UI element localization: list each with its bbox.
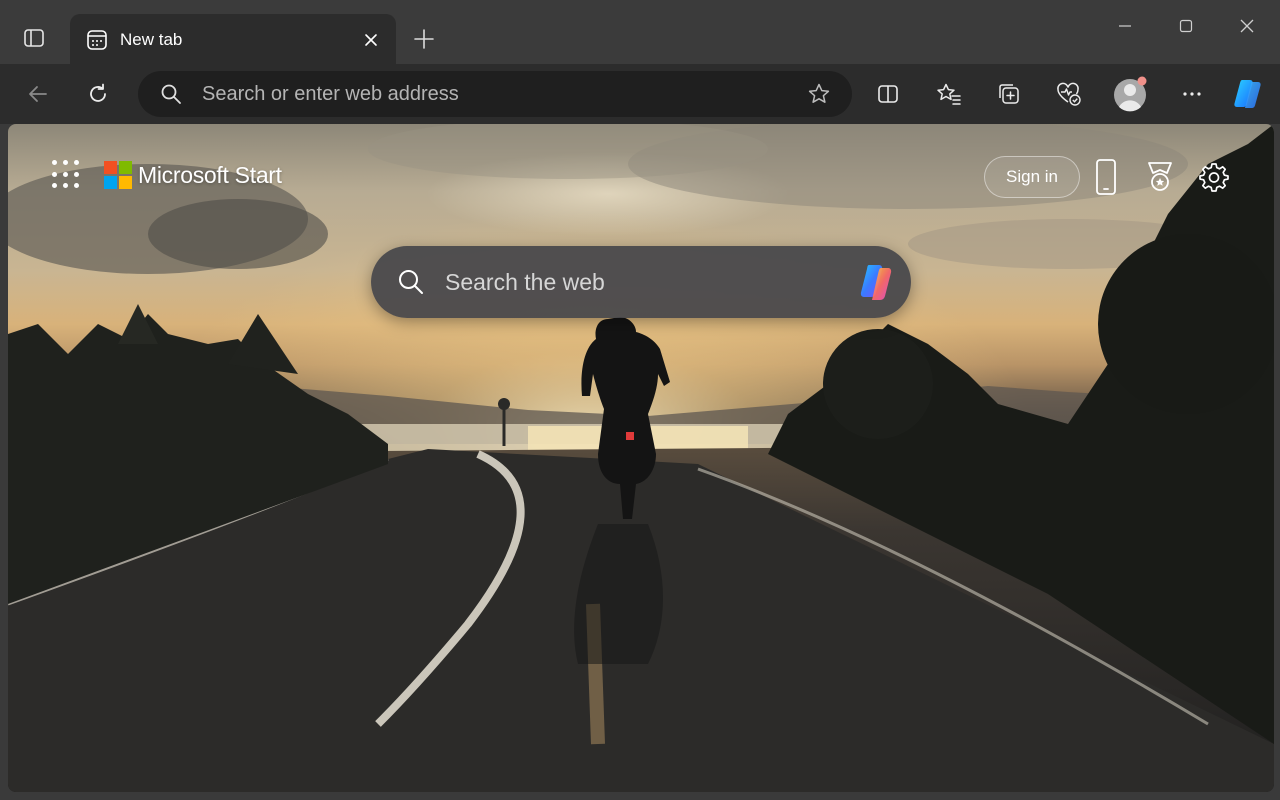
navigation-toolbar (0, 64, 1280, 124)
sign-in-button[interactable]: Sign in (984, 156, 1080, 198)
apps-launcher-icon (52, 160, 57, 165)
tab-title: New tab (120, 30, 183, 49)
brand-title[interactable]: Microsoft Start (138, 162, 282, 189)
tab-new-tab[interactable]: New tab (70, 14, 396, 66)
copilot-icon (1234, 80, 1261, 108)
maximize-icon (1179, 19, 1193, 33)
phone-icon (1096, 159, 1116, 195)
search-icon (161, 84, 181, 104)
tab-strip: New tab (0, 0, 1280, 66)
new-tab-page: Microsoft Start Sign in (8, 124, 1274, 792)
rewards-icon (1148, 162, 1172, 191)
settings-and-more-button[interactable] (1172, 74, 1212, 114)
apps-launcher-button[interactable] (52, 160, 82, 190)
address-bar[interactable] (138, 71, 852, 117)
favorites-button[interactable] (929, 74, 969, 114)
collections-icon (999, 84, 1019, 104)
profile-button[interactable] (1112, 74, 1150, 114)
back-button[interactable] (18, 74, 58, 114)
maximize-button[interactable] (1161, 8, 1211, 44)
favorites-icon (937, 83, 961, 105)
background-photo (8, 124, 1274, 792)
minimize-button[interactable] (1100, 8, 1150, 44)
web-search-box[interactable] (371, 246, 911, 318)
more-icon (1183, 92, 1201, 96)
plus-icon (414, 29, 434, 49)
address-input[interactable] (202, 82, 762, 106)
web-search-input[interactable] (445, 268, 825, 296)
rewards-button[interactable] (1142, 158, 1178, 196)
add-favorite-button[interactable] (804, 79, 834, 109)
new-tab-button[interactable] (404, 22, 444, 56)
tab-close-button[interactable] (356, 25, 386, 55)
browser-essentials-icon (1057, 82, 1081, 106)
copilot-search-button[interactable] (855, 260, 899, 304)
profile-avatar-icon (1114, 76, 1147, 112)
phone-button[interactable] (1088, 158, 1124, 196)
close-window-button[interactable] (1222, 8, 1272, 44)
refresh-button[interactable] (78, 74, 118, 114)
new-tab-page-icon (87, 30, 107, 50)
refresh-icon (90, 83, 106, 102)
search-icon (399, 270, 423, 294)
split-screen-icon (878, 85, 898, 103)
browser-essentials-button[interactable] (1049, 74, 1089, 114)
collections-button[interactable] (989, 74, 1029, 114)
microsoft-logo[interactable] (104, 161, 132, 189)
tab-actions-button[interactable] (14, 18, 54, 58)
copilot-button[interactable] (1228, 74, 1268, 114)
split-screen-button[interactable] (868, 74, 908, 114)
close-window-icon (1240, 19, 1254, 33)
star-icon (808, 83, 830, 103)
page-settings-button[interactable] (1196, 158, 1232, 196)
close-icon (365, 34, 377, 46)
minimize-icon (1119, 25, 1131, 27)
back-icon (29, 86, 47, 102)
browser-window: New tab Search or enter web address Micr… (0, 0, 1280, 800)
tab-actions-icon (24, 29, 44, 47)
settings-icon (1199, 163, 1229, 192)
copilot-icon (860, 265, 892, 300)
